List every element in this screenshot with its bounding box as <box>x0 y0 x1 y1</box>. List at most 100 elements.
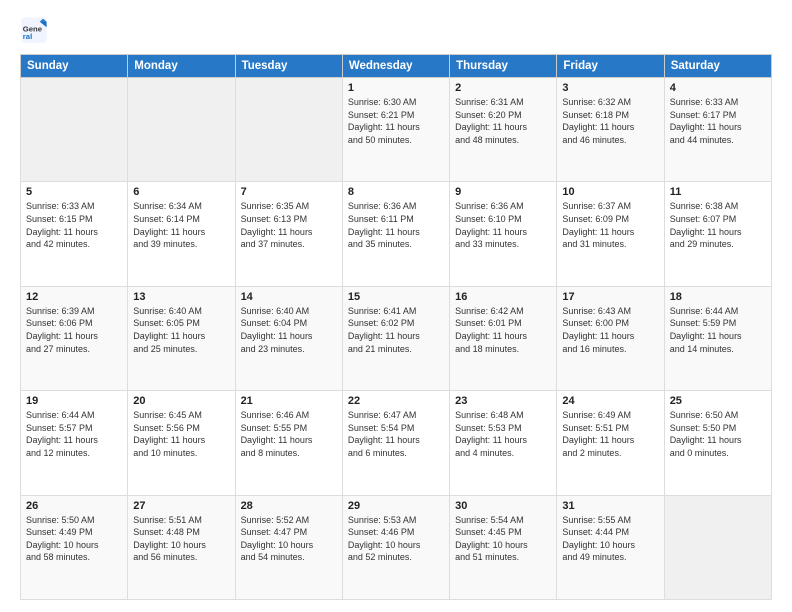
day-info: Sunrise: 6:46 AM Sunset: 5:55 PM Dayligh… <box>241 409 337 459</box>
day-cell: 26 Sunrise: 5:50 AM Sunset: 4:49 PM Dayli… <box>21 495 128 599</box>
day-number: 22 <box>348 395 444 407</box>
page: Gene ral SundayMondayTuesdayWednesdayThu… <box>0 0 792 612</box>
day-cell: 21 Sunrise: 6:46 AM Sunset: 5:55 PM Dayli… <box>235 391 342 495</box>
day-cell: 16 Sunrise: 6:42 AM Sunset: 6:01 PM Dayli… <box>450 286 557 390</box>
day-number: 16 <box>455 291 551 303</box>
day-cell <box>128 78 235 182</box>
day-number: 29 <box>348 500 444 512</box>
day-number: 1 <box>348 82 444 94</box>
day-info: Sunrise: 6:33 AM Sunset: 6:15 PM Dayligh… <box>26 200 122 250</box>
logo-icon: Gene ral <box>20 16 48 44</box>
weekday-wednesday: Wednesday <box>342 55 449 78</box>
day-cell: 9 Sunrise: 6:36 AM Sunset: 6:10 PM Daylig… <box>450 182 557 286</box>
day-cell: 4 Sunrise: 6:33 AM Sunset: 6:17 PM Daylig… <box>664 78 771 182</box>
day-number: 17 <box>562 291 658 303</box>
day-number: 25 <box>670 395 766 407</box>
day-number: 10 <box>562 186 658 198</box>
weekday-header-row: SundayMondayTuesdayWednesdayThursdayFrid… <box>21 55 772 78</box>
week-row-3: 19 Sunrise: 6:44 AM Sunset: 5:57 PM Dayli… <box>21 391 772 495</box>
day-info: Sunrise: 6:36 AM Sunset: 6:10 PM Dayligh… <box>455 200 551 250</box>
day-cell: 29 Sunrise: 5:53 AM Sunset: 4:46 PM Dayli… <box>342 495 449 599</box>
day-cell: 31Sunrise: 5:55 AM Sunset: 4:44 PM Dayli… <box>557 495 664 599</box>
day-info: Sunrise: 6:39 AM Sunset: 6:06 PM Dayligh… <box>26 305 122 355</box>
day-number: 13 <box>133 291 229 303</box>
day-cell: 30Sunrise: 5:54 AM Sunset: 4:45 PM Dayli… <box>450 495 557 599</box>
day-cell: 8 Sunrise: 6:36 AM Sunset: 6:11 PM Daylig… <box>342 182 449 286</box>
day-number: 23 <box>455 395 551 407</box>
day-info: Sunrise: 6:31 AM Sunset: 6:20 PM Dayligh… <box>455 96 551 146</box>
day-number: 6 <box>133 186 229 198</box>
day-number: 5 <box>26 186 122 198</box>
day-info: Sunrise: 6:42 AM Sunset: 6:01 PM Dayligh… <box>455 305 551 355</box>
day-cell: 23 Sunrise: 6:48 AM Sunset: 5:53 PM Dayli… <box>450 391 557 495</box>
day-info: Sunrise: 6:50 AM Sunset: 5:50 PM Dayligh… <box>670 409 766 459</box>
day-info: Sunrise: 6:33 AM Sunset: 6:17 PM Dayligh… <box>670 96 766 146</box>
day-cell: 15Sunrise: 6:41 AM Sunset: 6:02 PM Dayli… <box>342 286 449 390</box>
day-number: 14 <box>241 291 337 303</box>
day-cell: 7 Sunrise: 6:35 AM Sunset: 6:13 PM Daylig… <box>235 182 342 286</box>
day-info: Sunrise: 6:49 AM Sunset: 5:51 PM Dayligh… <box>562 409 658 459</box>
day-number: 24 <box>562 395 658 407</box>
day-info: Sunrise: 6:30 AM Sunset: 6:21 PM Dayligh… <box>348 96 444 146</box>
day-number: 7 <box>241 186 337 198</box>
day-cell: 3Sunrise: 6:32 AM Sunset: 6:18 PM Daylig… <box>557 78 664 182</box>
day-number: 19 <box>26 395 122 407</box>
day-info: Sunrise: 5:50 AM Sunset: 4:49 PM Dayligh… <box>26 514 122 564</box>
day-info: Sunrise: 6:38 AM Sunset: 6:07 PM Dayligh… <box>670 200 766 250</box>
day-number: 26 <box>26 500 122 512</box>
weekday-friday: Friday <box>557 55 664 78</box>
day-cell <box>21 78 128 182</box>
day-info: Sunrise: 6:37 AM Sunset: 6:09 PM Dayligh… <box>562 200 658 250</box>
weekday-thursday: Thursday <box>450 55 557 78</box>
day-info: Sunrise: 5:51 AM Sunset: 4:48 PM Dayligh… <box>133 514 229 564</box>
day-number: 30 <box>455 500 551 512</box>
day-cell: 2 Sunrise: 6:31 AM Sunset: 6:20 PM Daylig… <box>450 78 557 182</box>
svg-text:ral: ral <box>23 32 32 41</box>
day-number: 18 <box>670 291 766 303</box>
day-number: 9 <box>455 186 551 198</box>
day-cell <box>235 78 342 182</box>
day-number: 8 <box>348 186 444 198</box>
day-number: 12 <box>26 291 122 303</box>
day-info: Sunrise: 6:40 AM Sunset: 6:04 PM Dayligh… <box>241 305 337 355</box>
day-info: Sunrise: 5:53 AM Sunset: 4:46 PM Dayligh… <box>348 514 444 564</box>
week-row-0: 1 Sunrise: 6:30 AM Sunset: 6:21 PM Daylig… <box>21 78 772 182</box>
day-info: Sunrise: 6:44 AM Sunset: 5:59 PM Dayligh… <box>670 305 766 355</box>
day-cell: 10 Sunrise: 6:37 AM Sunset: 6:09 PM Dayli… <box>557 182 664 286</box>
day-cell: 14 Sunrise: 6:40 AM Sunset: 6:04 PM Dayli… <box>235 286 342 390</box>
day-cell: 11Sunrise: 6:38 AM Sunset: 6:07 PM Dayli… <box>664 182 771 286</box>
day-number: 27 <box>133 500 229 512</box>
weekday-monday: Monday <box>128 55 235 78</box>
day-info: Sunrise: 6:43 AM Sunset: 6:00 PM Dayligh… <box>562 305 658 355</box>
header: Gene ral <box>20 16 772 44</box>
day-number: 3 <box>562 82 658 94</box>
day-cell: 28 Sunrise: 5:52 AM Sunset: 4:47 PM Dayli… <box>235 495 342 599</box>
day-number: 4 <box>670 82 766 94</box>
day-cell: 18 Sunrise: 6:44 AM Sunset: 5:59 PM Dayli… <box>664 286 771 390</box>
day-cell: 27 Sunrise: 5:51 AM Sunset: 4:48 PM Dayli… <box>128 495 235 599</box>
day-info: Sunrise: 6:36 AM Sunset: 6:11 PM Dayligh… <box>348 200 444 250</box>
calendar-table: SundayMondayTuesdayWednesdayThursdayFrid… <box>20 54 772 600</box>
day-cell: 19 Sunrise: 6:44 AM Sunset: 5:57 PM Dayli… <box>21 391 128 495</box>
weekday-sunday: Sunday <box>21 55 128 78</box>
day-info: Sunrise: 6:48 AM Sunset: 5:53 PM Dayligh… <box>455 409 551 459</box>
day-number: 21 <box>241 395 337 407</box>
day-number: 28 <box>241 500 337 512</box>
week-row-1: 5 Sunrise: 6:33 AM Sunset: 6:15 PM Daylig… <box>21 182 772 286</box>
day-cell: 25 Sunrise: 6:50 AM Sunset: 5:50 PM Dayli… <box>664 391 771 495</box>
day-info: Sunrise: 6:45 AM Sunset: 5:56 PM Dayligh… <box>133 409 229 459</box>
day-cell: 22Sunrise: 6:47 AM Sunset: 5:54 PM Dayli… <box>342 391 449 495</box>
day-number: 2 <box>455 82 551 94</box>
day-info: Sunrise: 6:35 AM Sunset: 6:13 PM Dayligh… <box>241 200 337 250</box>
day-info: Sunrise: 6:40 AM Sunset: 6:05 PM Dayligh… <box>133 305 229 355</box>
day-cell: 13 Sunrise: 6:40 AM Sunset: 6:05 PM Dayli… <box>128 286 235 390</box>
day-cell <box>664 495 771 599</box>
day-cell: 20Sunrise: 6:45 AM Sunset: 5:56 PM Dayli… <box>128 391 235 495</box>
day-cell: 5 Sunrise: 6:33 AM Sunset: 6:15 PM Daylig… <box>21 182 128 286</box>
week-row-4: 26 Sunrise: 5:50 AM Sunset: 4:49 PM Dayli… <box>21 495 772 599</box>
day-info: Sunrise: 6:41 AM Sunset: 6:02 PM Dayligh… <box>348 305 444 355</box>
day-info: Sunrise: 6:44 AM Sunset: 5:57 PM Dayligh… <box>26 409 122 459</box>
day-number: 31 <box>562 500 658 512</box>
day-info: Sunrise: 5:52 AM Sunset: 4:47 PM Dayligh… <box>241 514 337 564</box>
weekday-tuesday: Tuesday <box>235 55 342 78</box>
